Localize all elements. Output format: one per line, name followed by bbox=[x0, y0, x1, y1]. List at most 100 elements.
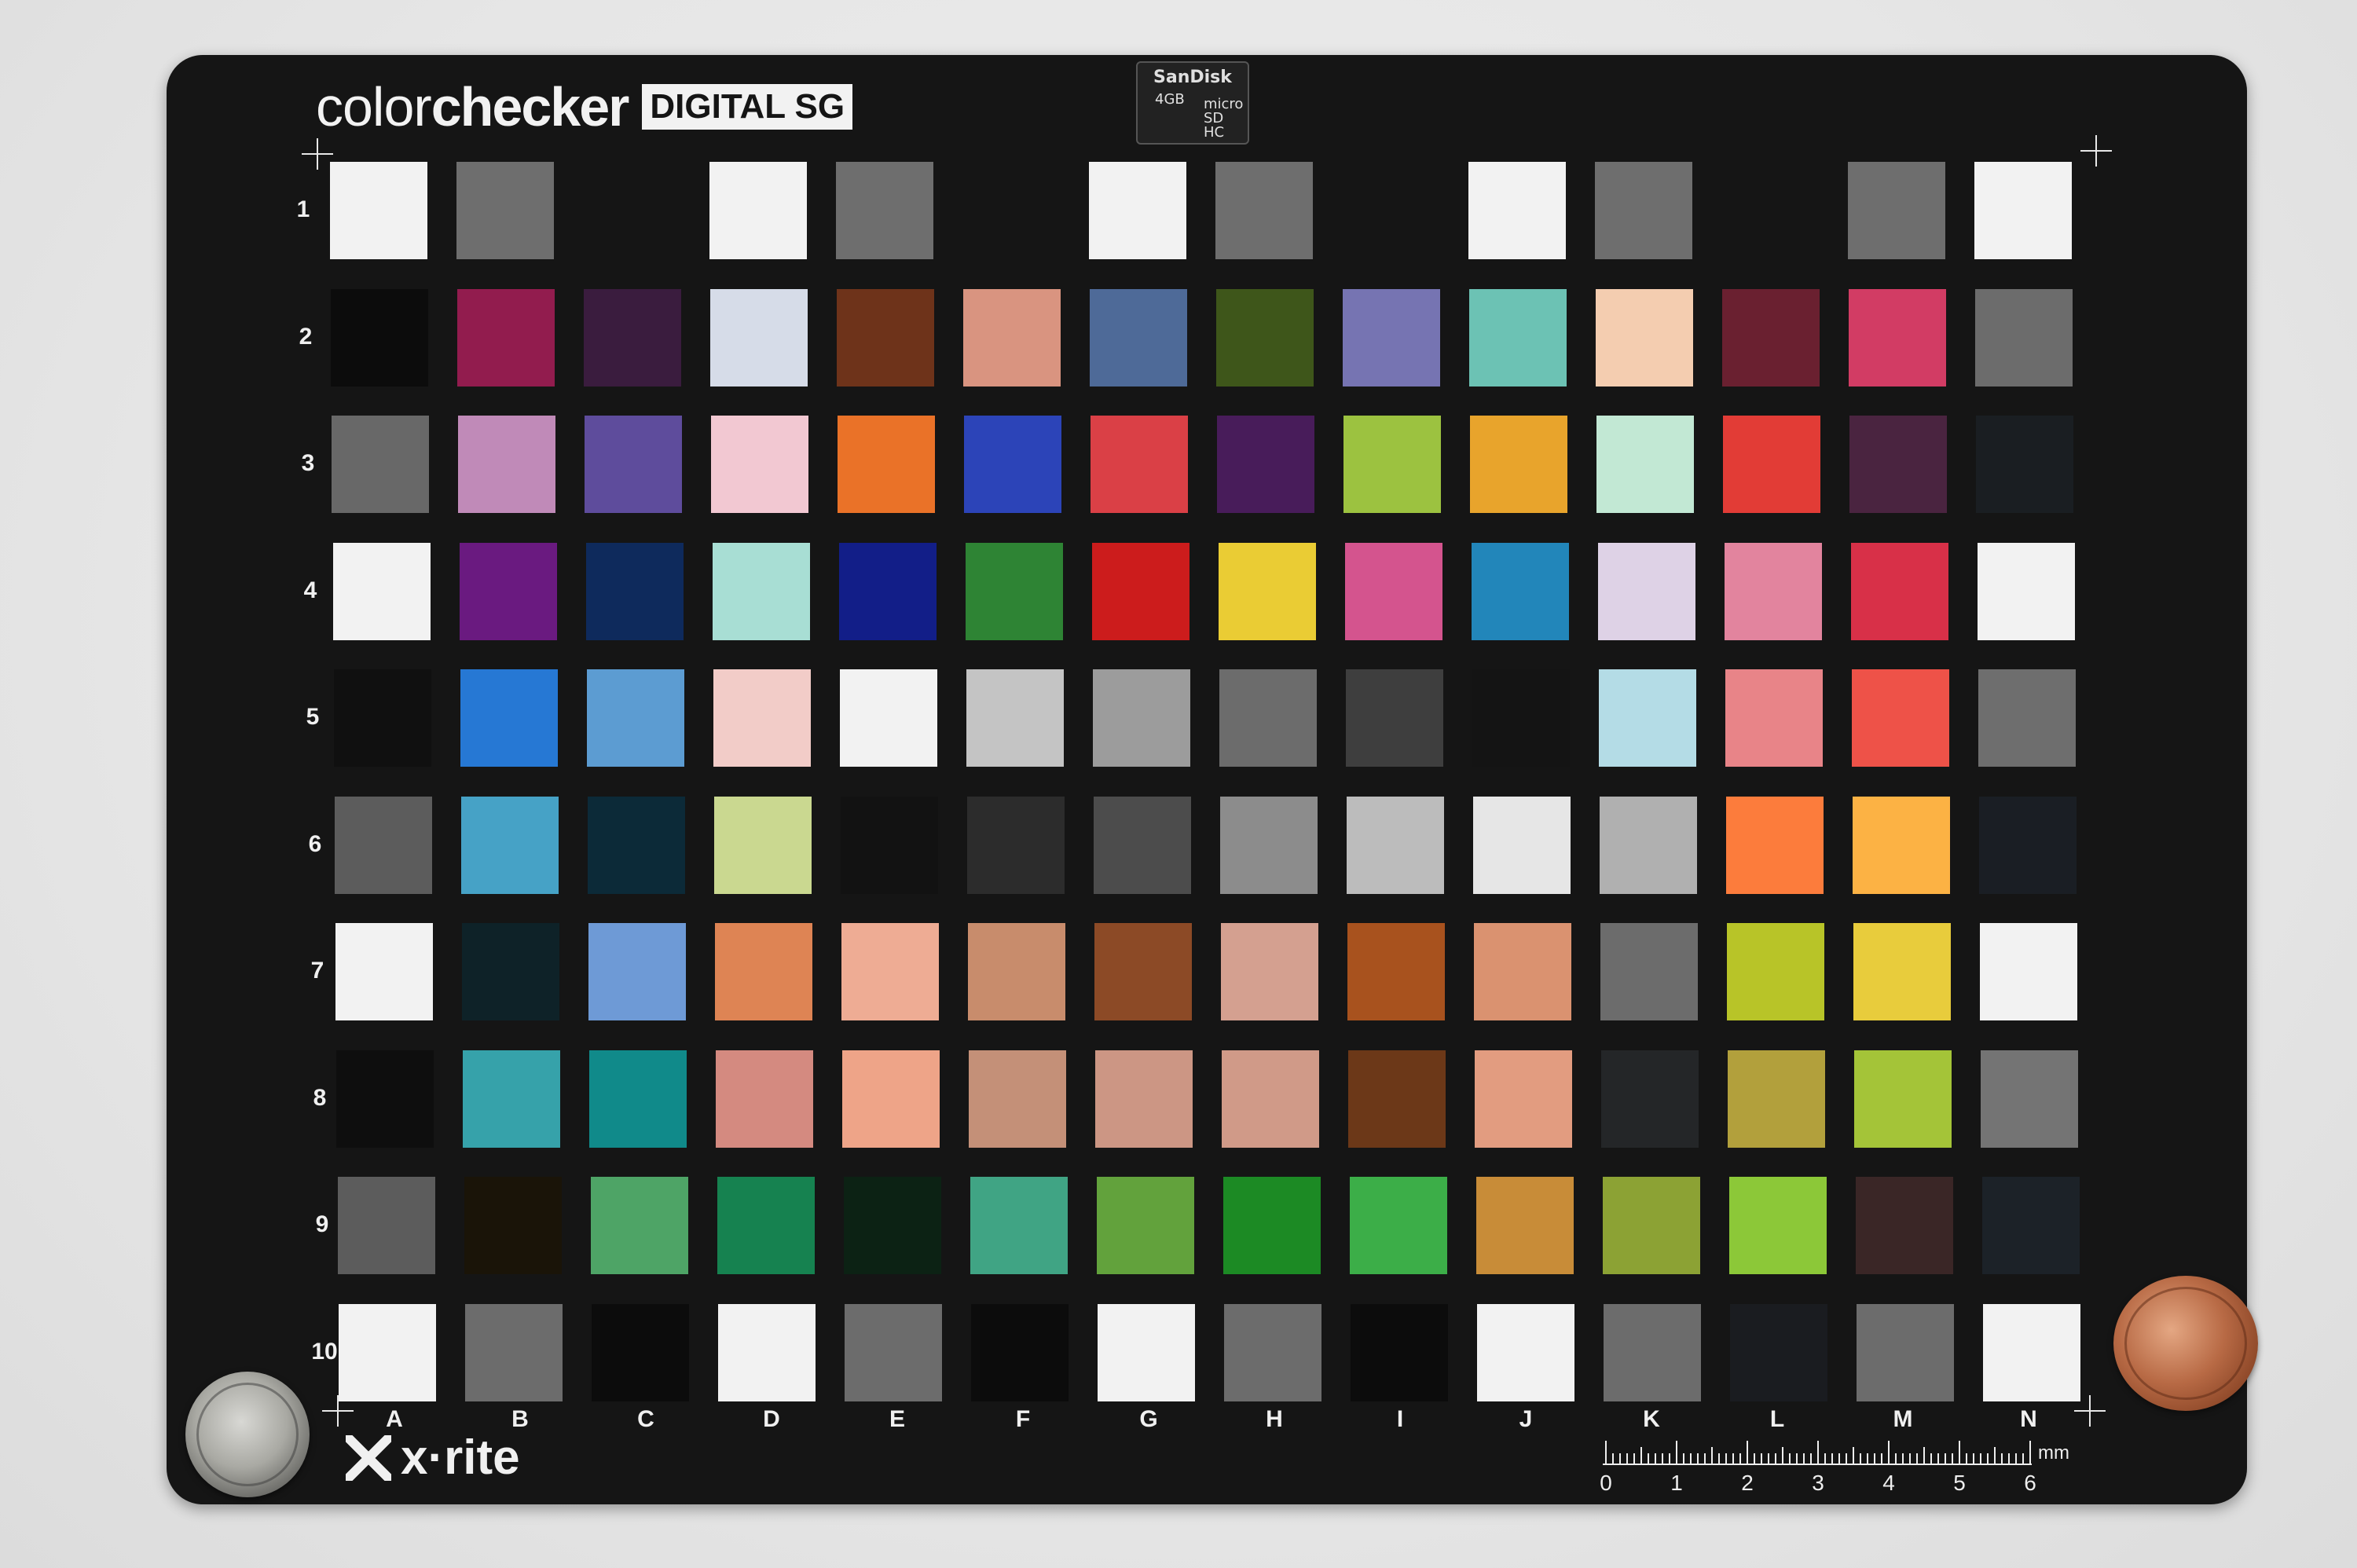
color-patch-L5 bbox=[1725, 669, 1823, 767]
color-patch-A4 bbox=[332, 542, 431, 640]
color-patch-F6 bbox=[967, 796, 1065, 894]
color-patch-N8 bbox=[1981, 1050, 2079, 1148]
color-patch-N9 bbox=[1981, 1177, 2080, 1274]
column-label-F: F bbox=[1015, 1406, 1031, 1432]
color-patch-B9 bbox=[464, 1177, 562, 1274]
color-patch-J8 bbox=[1475, 1050, 1573, 1148]
color-patch-K6 bbox=[1600, 796, 1697, 894]
logo-word-checker: checker bbox=[431, 76, 630, 137]
color-patch-I1 bbox=[1342, 162, 1439, 259]
color-patch-B4 bbox=[459, 542, 557, 640]
sdcard-capacity: 4GB bbox=[1155, 91, 1185, 108]
color-patch-A10 bbox=[338, 1303, 436, 1401]
color-patch-F9 bbox=[970, 1177, 1068, 1274]
color-patch-J1 bbox=[1468, 162, 1566, 259]
color-patch-F2 bbox=[963, 288, 1061, 387]
column-label-H: H bbox=[1266, 1406, 1283, 1432]
color-patch-C8 bbox=[589, 1050, 687, 1148]
color-patch-K2 bbox=[1596, 288, 1694, 387]
color-patch-A8 bbox=[336, 1050, 434, 1148]
color-patch-M8 bbox=[1854, 1050, 1952, 1148]
ruler-number-5: 5 bbox=[1953, 1471, 1966, 1495]
color-patch-L8 bbox=[1728, 1050, 1826, 1148]
color-patch-B10 bbox=[464, 1303, 563, 1401]
color-patch-H8 bbox=[1222, 1050, 1320, 1148]
color-patch-E9 bbox=[843, 1177, 941, 1274]
column-label-K: K bbox=[1643, 1406, 1660, 1432]
row-label-6: 6 bbox=[308, 830, 322, 857]
color-patch-F10 bbox=[970, 1303, 1069, 1401]
color-patch-L9 bbox=[1728, 1177, 1827, 1274]
color-patch-G7 bbox=[1094, 923, 1193, 1020]
color-patch-H3 bbox=[1217, 416, 1315, 513]
color-patch-B7 bbox=[462, 923, 560, 1020]
color-patch-L2 bbox=[1722, 288, 1820, 387]
color-patch-G6 bbox=[1094, 796, 1191, 894]
color-patch-I6 bbox=[1347, 796, 1444, 894]
row-label-3: 3 bbox=[301, 450, 315, 476]
color-patch-K1 bbox=[1595, 162, 1692, 259]
color-patch-M1 bbox=[1848, 162, 1945, 259]
sdcard-type: micro SD HC bbox=[1204, 96, 1244, 141]
color-patch-J4 bbox=[1471, 542, 1569, 640]
color-patch-J10 bbox=[1476, 1303, 1574, 1401]
color-patch-J3 bbox=[1470, 416, 1568, 513]
color-patch-J5 bbox=[1472, 669, 1570, 767]
color-patch-E6 bbox=[841, 796, 938, 894]
color-patch-D8 bbox=[716, 1050, 814, 1148]
color-patch-L3 bbox=[1723, 416, 1821, 513]
color-patch-M6 bbox=[1853, 796, 1950, 894]
color-patch-E10 bbox=[844, 1303, 942, 1401]
color-patch-M4 bbox=[1850, 542, 1948, 640]
color-patch-E7 bbox=[841, 923, 940, 1020]
color-patch-C9 bbox=[590, 1177, 688, 1274]
color-patch-D10 bbox=[717, 1303, 816, 1401]
color-patch-K8 bbox=[1601, 1050, 1699, 1148]
ruler-unit-label: mm bbox=[2038, 1442, 2069, 1464]
color-patch-H5 bbox=[1219, 669, 1317, 767]
color-patch-D6 bbox=[714, 796, 812, 894]
crosshair-bottom-left-icon bbox=[322, 1395, 354, 1427]
color-patch-E4 bbox=[838, 542, 937, 640]
row-label-7: 7 bbox=[310, 958, 324, 984]
color-patch-C7 bbox=[588, 923, 687, 1020]
color-patch-C2 bbox=[584, 288, 682, 387]
color-patch-G8 bbox=[1095, 1050, 1193, 1148]
color-patch-D1 bbox=[709, 162, 807, 259]
column-label-J: J bbox=[1519, 1406, 1533, 1432]
color-patch-F4 bbox=[965, 542, 1063, 640]
color-patch-G2 bbox=[1090, 288, 1188, 387]
color-patch-E3 bbox=[838, 416, 936, 513]
color-patch-A9 bbox=[337, 1177, 435, 1274]
color-patch-N4 bbox=[1977, 542, 2075, 640]
microsd-card: SanDisk 4GB micro SD HC bbox=[1136, 61, 1249, 145]
column-label-L: L bbox=[1769, 1406, 1785, 1432]
color-patch-F3 bbox=[964, 416, 1062, 513]
color-patch-D9 bbox=[717, 1177, 815, 1274]
color-patch-N3 bbox=[1976, 416, 2074, 513]
color-patch-E1 bbox=[836, 162, 933, 259]
xrite-mark-icon bbox=[344, 1433, 393, 1482]
row-label-4: 4 bbox=[303, 577, 317, 603]
color-patch-J7 bbox=[1474, 923, 1572, 1020]
color-patch-N5 bbox=[1978, 669, 2076, 767]
color-patch-E2 bbox=[837, 288, 935, 387]
column-label-G: G bbox=[1139, 1406, 1158, 1432]
color-patch-J6 bbox=[1473, 796, 1571, 894]
color-patch-D5 bbox=[713, 669, 811, 767]
column-label-D: D bbox=[763, 1406, 780, 1432]
color-patch-N2 bbox=[1975, 288, 2073, 387]
color-patch-B6 bbox=[461, 796, 559, 894]
color-patch-C1 bbox=[583, 162, 680, 259]
color-patch-I2 bbox=[1343, 288, 1441, 387]
color-patch-I8 bbox=[1348, 1050, 1446, 1148]
color-patch-I5 bbox=[1345, 669, 1443, 767]
column-label-B: B bbox=[511, 1406, 529, 1432]
column-label-M: M bbox=[1893, 1406, 1913, 1432]
color-patch-L1 bbox=[1721, 162, 1819, 259]
colorchecker-board bbox=[167, 55, 2247, 1504]
color-patch-G1 bbox=[1089, 162, 1186, 259]
row-label-1: 1 bbox=[296, 196, 310, 222]
color-patch-M2 bbox=[1849, 288, 1947, 387]
color-patch-H1 bbox=[1215, 162, 1313, 259]
